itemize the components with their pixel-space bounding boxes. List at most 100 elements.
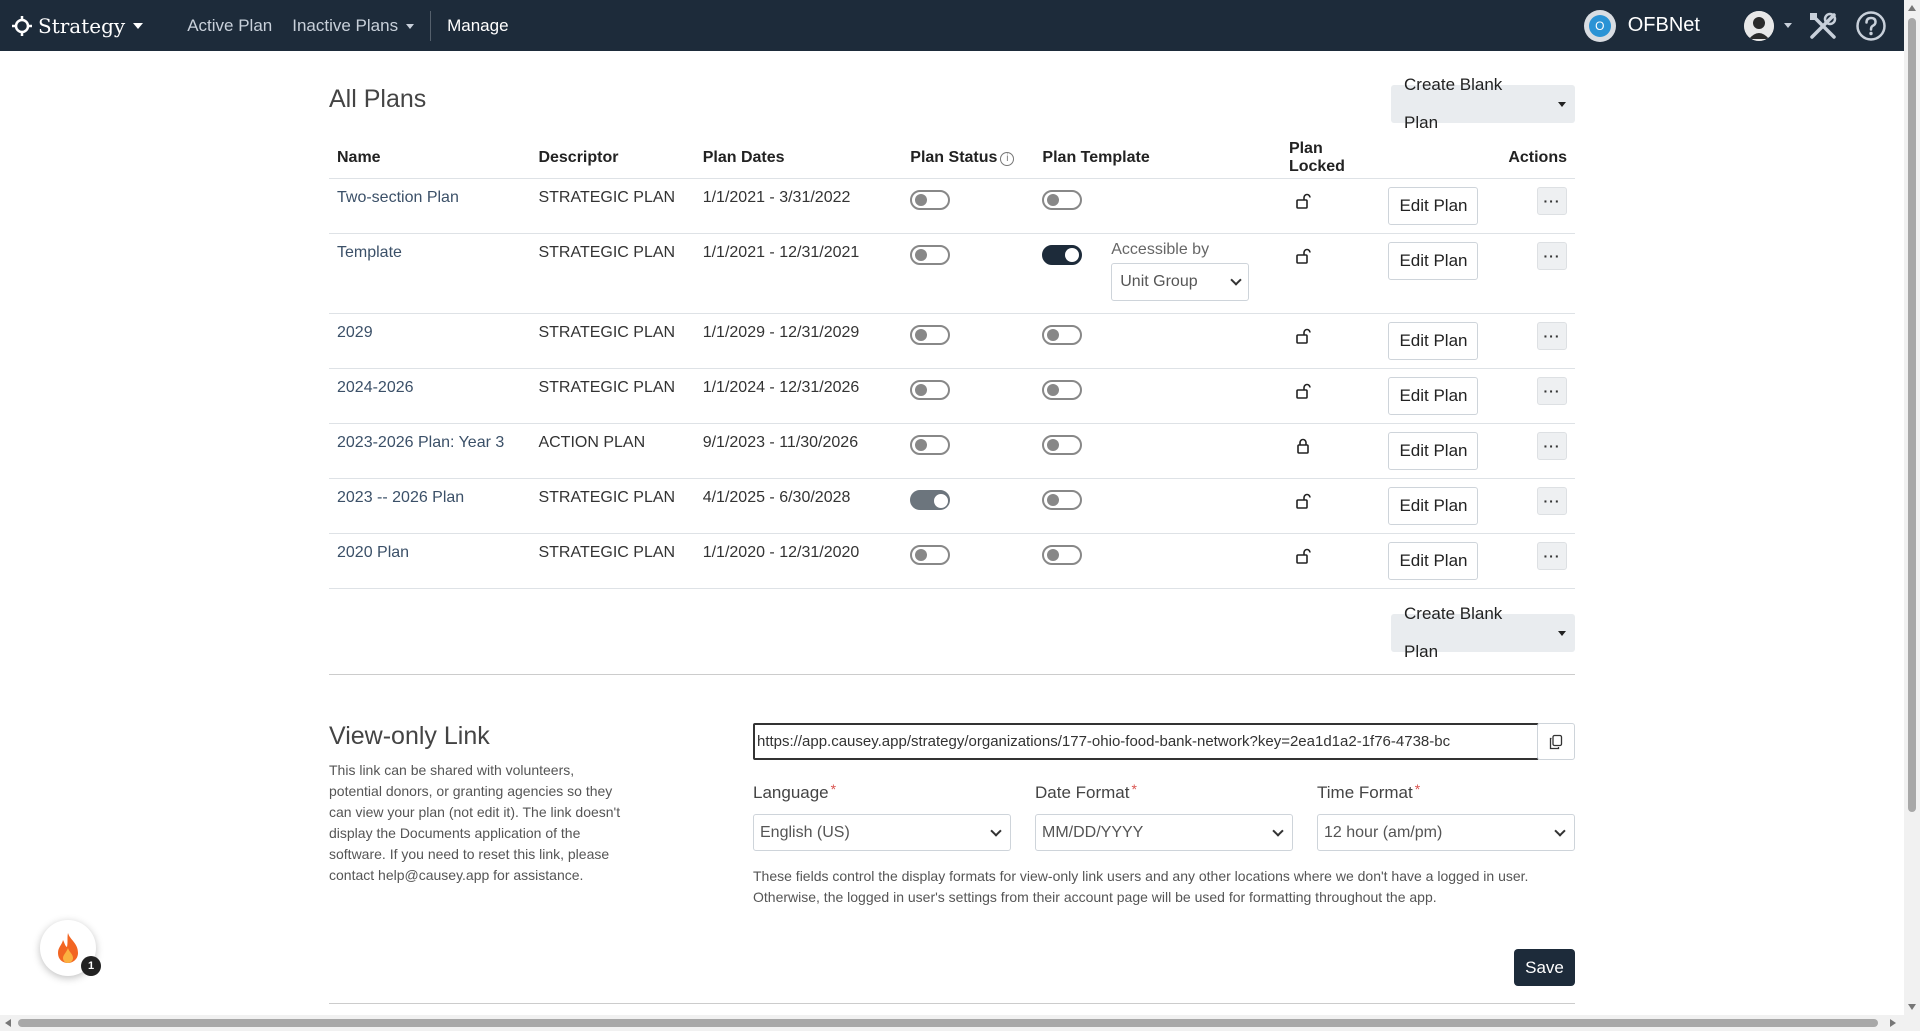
- plan-status-toggle[interactable]: [910, 244, 951, 265]
- plan-template-toggle[interactable]: [1042, 489, 1083, 510]
- scroll-down-arrow-icon[interactable]: [1908, 1004, 1916, 1010]
- lock-open-icon[interactable]: [1295, 248, 1311, 268]
- accessible-by-label: Accessible by: [1111, 240, 1210, 258]
- plan-name[interactable]: Template: [329, 233, 531, 314]
- lock-open-icon[interactable]: [1295, 493, 1311, 513]
- tools-icon[interactable]: [1806, 9, 1840, 43]
- help-icon[interactable]: [1854, 9, 1888, 43]
- actions-label: Actions: [1508, 148, 1567, 166]
- plan-dates: 4/1/2025 - 6/30/2028: [694, 478, 903, 534]
- plan-status-toggle[interactable]: [910, 379, 951, 400]
- plan-name[interactable]: 2029: [329, 313, 531, 369]
- user-avatar[interactable]: [1744, 10, 1774, 41]
- horizontal-scrollbar[interactable]: [0, 1015, 1904, 1031]
- scroll-up-arrow-icon[interactable]: [1908, 5, 1916, 11]
- edit-plan-button[interactable]: Edit Plan: [1388, 241, 1479, 280]
- plan-template-toggle[interactable]: [1042, 244, 1083, 265]
- nav-active-plan[interactable]: Active Plan: [187, 16, 272, 36]
- plan-name[interactable]: 2020 Plan: [329, 533, 531, 589]
- plan-name[interactable]: 2023-2026 Plan: Year 3: [329, 423, 531, 479]
- create-plan-dropdown-toggle[interactable]: [1549, 614, 1575, 652]
- plan-status-cell: [902, 423, 1035, 479]
- more-actions-button[interactable]: ···: [1537, 321, 1567, 350]
- plan-template-toggle[interactable]: [1042, 434, 1083, 455]
- copy-link-button[interactable]: [1537, 723, 1575, 760]
- more-actions-cell: ···: [1486, 178, 1575, 234]
- more-actions-button[interactable]: ···: [1537, 186, 1567, 215]
- table-row: 2023-2026 Plan: Year 3 ACTION PLAN 9/1/202…: [329, 423, 1575, 479]
- language-label-text: Language: [753, 783, 829, 802]
- plan-name[interactable]: 2024-2026: [329, 368, 531, 424]
- plan-template-toggle[interactable]: [1042, 189, 1083, 210]
- lock-closed-icon[interactable]: [1295, 438, 1311, 458]
- edit-plan-button[interactable]: Edit Plan: [1388, 486, 1479, 525]
- create-blank-plan-label[interactable]: Create Blank Plan: [1391, 66, 1549, 142]
- plan-status-cell: [902, 313, 1035, 369]
- plan-status-toggle[interactable]: [910, 544, 951, 565]
- more-actions-button[interactable]: ···: [1537, 241, 1567, 270]
- scroll-right-arrow-icon[interactable]: [1890, 1019, 1896, 1027]
- plan-status-toggle[interactable]: [910, 189, 951, 210]
- more-actions-button[interactable]: ···: [1537, 541, 1567, 570]
- plan-name[interactable]: Two-section Plan: [329, 178, 531, 234]
- edit-plan-button[interactable]: Edit Plan: [1388, 186, 1479, 225]
- lock-open-icon[interactable]: [1295, 548, 1311, 568]
- view-only-link-description: This link can be shared with volunteers,…: [329, 762, 621, 883]
- plan-name[interactable]: 2023 -- 2026 Plan: [329, 478, 531, 534]
- chevron-down-icon[interactable]: [1784, 23, 1792, 28]
- access-scope-select[interactable]: Unit Group: [1111, 262, 1250, 301]
- plan-status-toggle[interactable]: [910, 489, 951, 510]
- edit-plan-button[interactable]: Edit Plan: [1388, 321, 1479, 360]
- save-button[interactable]: Save: [1514, 949, 1575, 986]
- edit-plan-button[interactable]: Edit Plan: [1388, 376, 1479, 415]
- language-select[interactable]: English (US): [753, 814, 1011, 851]
- plan-access-cell: [1103, 423, 1281, 479]
- create-blank-plan-label[interactable]: Create Blank Plan: [1391, 595, 1549, 671]
- org-logo[interactable]: O: [1583, 9, 1616, 42]
- edit-plan-cell: Edit Plan: [1388, 233, 1487, 314]
- edit-plan-button[interactable]: Edit Plan: [1388, 541, 1479, 580]
- brand-menu[interactable]: Strategy: [12, 0, 144, 51]
- time-format-select[interactable]: 12 hour (am/pm): [1317, 814, 1575, 851]
- plan-template-toggle[interactable]: [1042, 324, 1083, 345]
- more-actions-cell: ···: [1486, 423, 1575, 479]
- plan-access-cell: [1103, 368, 1281, 424]
- nav-inactive-plans[interactable]: Inactive Plans: [292, 16, 415, 36]
- scroll-left-arrow-icon[interactable]: [5, 1019, 11, 1027]
- plan-access-cell: [1103, 178, 1281, 234]
- org-name[interactable]: OFBNet: [1628, 14, 1700, 37]
- view-only-link-field[interactable]: https://app.causey.app/strategy/organiza…: [753, 723, 1539, 760]
- lock-open-icon[interactable]: [1295, 328, 1311, 348]
- plan-access-cell: [1103, 478, 1281, 534]
- plan-dates: 9/1/2023 - 11/30/2026: [694, 423, 903, 479]
- more-actions-button[interactable]: ···: [1537, 486, 1567, 515]
- plan-locked-cell: [1280, 233, 1389, 314]
- vertical-scrollbar[interactable]: [1904, 0, 1920, 1031]
- plan-status-toggle[interactable]: [910, 434, 951, 455]
- chevron-down-icon: [990, 824, 1002, 837]
- more-actions-button[interactable]: ···: [1537, 431, 1567, 460]
- brand-title: Strategy: [38, 13, 126, 38]
- vertical-scrollbar-thumb[interactable]: [1908, 18, 1916, 812]
- plan-descriptor: STRATEGIC PLAN: [530, 368, 695, 424]
- more-actions-button[interactable]: ···: [1537, 376, 1567, 405]
- col-header-plan-dates: Plan Dates: [694, 138, 903, 179]
- info-icon[interactable]: i: [1000, 151, 1015, 166]
- lock-open-icon[interactable]: [1295, 383, 1311, 403]
- horizontal-scrollbar-thumb[interactable]: [18, 1019, 1878, 1027]
- more-actions-cell: ···: [1486, 368, 1575, 424]
- plan-template-toggle[interactable]: [1042, 544, 1083, 565]
- nav-manage[interactable]: Manage: [447, 16, 508, 36]
- create-plan-dropdown-toggle[interactable]: [1549, 85, 1575, 123]
- edit-plan-button[interactable]: Edit Plan: [1388, 431, 1479, 470]
- date-format-select[interactable]: MM/DD/YYYY: [1035, 814, 1293, 851]
- more-actions-cell: ···: [1486, 313, 1575, 369]
- plan-status-label: Plan Status: [910, 148, 998, 166]
- required-asterisk: *: [1414, 781, 1421, 797]
- plan-template-toggle[interactable]: [1042, 379, 1083, 400]
- plan-status-toggle[interactable]: [910, 324, 951, 345]
- plan-locked-cell: [1280, 178, 1389, 234]
- col-header-plan-template: Plan Template: [1034, 138, 1281, 179]
- plan-descriptor: STRATEGIC PLAN: [530, 233, 695, 314]
- lock-open-icon[interactable]: [1295, 193, 1311, 213]
